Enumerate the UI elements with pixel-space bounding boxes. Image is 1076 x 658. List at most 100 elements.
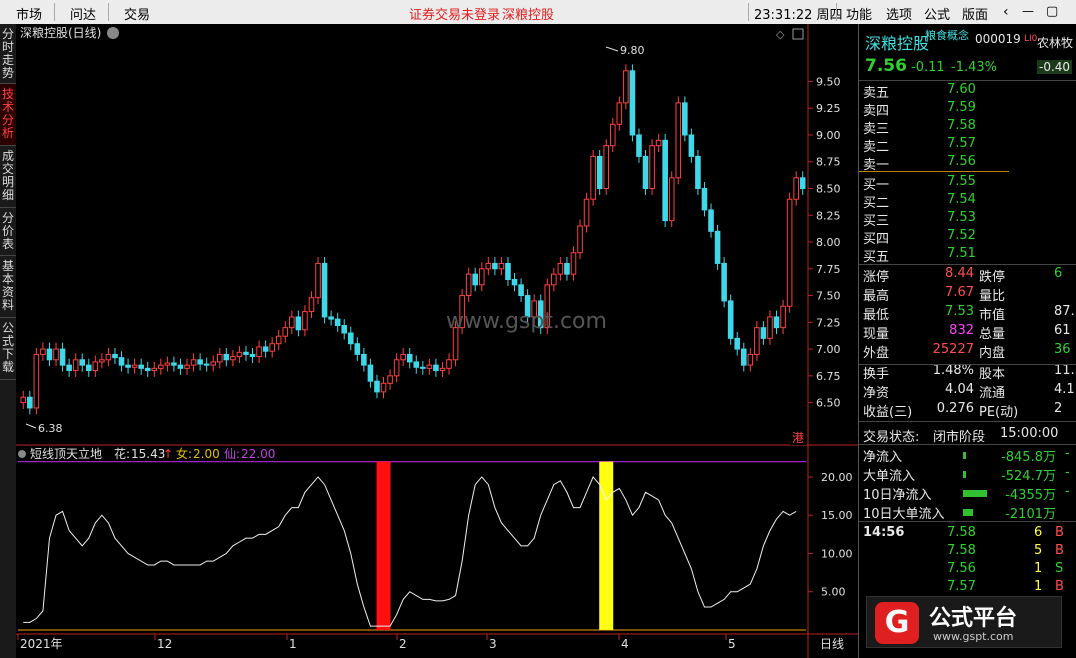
hk-badge[interactable]: 港	[792, 431, 804, 445]
flow-label: 10日净流入	[863, 488, 932, 503]
candle-body	[642, 155, 649, 190]
candle-body	[158, 364, 164, 369]
ind-xian-value: 22.00	[241, 447, 275, 461]
flow-label: 10日大单流入	[863, 507, 945, 522]
trade-time: 15:00:00	[1000, 426, 1059, 441]
tick-price: 7.58	[947, 525, 976, 540]
price-tick-label: 7.00	[816, 343, 841, 356]
sidebar-tab-formula-download[interactable]: 公式下载	[0, 318, 16, 380]
sidebar-tab-timeshare[interactable]: 分时走势	[0, 24, 16, 84]
ind-nv-label: 女:	[176, 446, 192, 461]
candle-body	[682, 102, 688, 136]
menu-layout[interactable]: 版面	[962, 4, 988, 23]
candle-body	[177, 364, 184, 369]
max-price-label: 9.80	[620, 44, 645, 57]
candle-body	[492, 262, 498, 270]
flow-label: 大单流入	[863, 469, 916, 484]
menu-ask[interactable]: 问达	[70, 4, 96, 23]
flow-value: -2101万	[1005, 507, 1056, 522]
quote-panel: 深粮控股 粮食概念 000019 LI0 农林牧 7.56 -0.11 -1.4…	[858, 24, 1076, 658]
indicator-dropdown-icon[interactable]	[18, 450, 26, 458]
x-axis-label: 12	[157, 637, 172, 651]
stat-label: 股本	[979, 367, 1006, 382]
candle-body	[668, 177, 675, 222]
menu-trade[interactable]: 交易	[124, 4, 150, 23]
candle-body	[151, 367, 158, 371]
candle-body	[616, 102, 623, 125]
candle-body	[714, 230, 721, 264]
diamond-icon[interactable]: ◇	[776, 28, 785, 41]
candle-body	[688, 134, 695, 157]
candle-body	[190, 359, 197, 366]
candle-body	[734, 337, 741, 350]
peer-sector[interactable]: 农林牧	[1037, 34, 1073, 51]
candle-body	[59, 348, 66, 366]
candle-body	[27, 396, 33, 409]
menu-formula[interactable]: 公式	[924, 4, 950, 23]
candle-body	[354, 343, 361, 355]
login-notice[interactable]: 证券交易未登录	[409, 4, 500, 23]
period-label[interactable]: 日线	[820, 637, 844, 651]
menu-options[interactable]: 选项	[886, 4, 912, 23]
candle-body	[655, 139, 662, 147]
sidebar-tab-technical[interactable]: 技术分析	[0, 84, 16, 146]
ask-label: 卖四	[863, 104, 890, 119]
flow-value: -845.8万	[1001, 450, 1056, 465]
ask-price: 7.59	[947, 100, 976, 115]
candle-body	[321, 262, 328, 318]
candle-body	[636, 134, 642, 157]
candle-body	[53, 348, 59, 361]
menu-stock-name: 深粮控股	[502, 8, 555, 23]
candle-body	[518, 284, 524, 297]
ind-hua-label: 花:	[114, 446, 130, 461]
candle-body	[361, 353, 367, 366]
stat-label: 最低	[863, 308, 890, 323]
stat-value: 87.	[1054, 304, 1075, 319]
price-tick-label: 9.00	[816, 129, 841, 142]
candle-body	[347, 332, 354, 345]
candle-body	[315, 262, 321, 299]
sidebar-tab-deals[interactable]: 成交明细	[0, 146, 16, 208]
restore-icon[interactable]: ▢	[1046, 4, 1058, 19]
candle-body	[256, 346, 262, 358]
bid-price: 7.54	[947, 192, 976, 207]
tick-volume: 1	[1034, 561, 1043, 576]
sidebar-tab-price-table[interactable]: 分价表	[0, 208, 16, 256]
indicator-name[interactable]: 短线顶天立地	[30, 446, 102, 461]
ind-xian-label: 仙:	[224, 447, 240, 461]
sidebar: 分时走势 技术分析 成交明细 分价表 基本资料 公式下载	[0, 24, 16, 658]
x-axis-label: 1	[289, 637, 297, 651]
menu-bar: 市场 问达 交易 证券交易未登录 深粮控股 23:31:22 周四 功能 选项 …	[0, 0, 1076, 24]
candle-body	[66, 364, 72, 371]
candle-body	[203, 363, 210, 366]
menu-function[interactable]: 功能	[846, 4, 872, 23]
x-axis-label: 5	[728, 637, 736, 651]
candle-body	[799, 177, 806, 190]
candle-body	[485, 262, 492, 270]
tick-price: 7.58	[947, 543, 976, 558]
back-icon[interactable]: ‹	[1003, 4, 1009, 20]
candle-body	[295, 316, 302, 331]
candle-body	[780, 305, 786, 329]
candle-body	[184, 364, 190, 369]
ind-tick-label: 20.00	[821, 471, 853, 484]
flow-extra: -	[1065, 446, 1070, 461]
arrow-up-icon: ↑	[163, 447, 173, 461]
minimize-icon[interactable]: —	[1022, 4, 1034, 18]
candle-body	[275, 335, 282, 345]
chart-dropdown-icon[interactable]	[107, 27, 119, 39]
stat-label: 换手	[863, 367, 890, 382]
flow-bar	[963, 471, 966, 478]
candle-body	[446, 359, 452, 369]
chart-area[interactable]: 深粮控股(日线) ◇ 9.50 9.25 9.00 8.75 8.50 8.25 8.00 7…	[16, 24, 858, 658]
stat-value: 4.1	[1054, 382, 1075, 397]
tick-side: B	[1055, 525, 1064, 540]
menu-market[interactable]: 市场	[16, 4, 42, 23]
candle-body	[564, 262, 570, 275]
sidebar-tab-profile[interactable]: 基本资料	[0, 256, 16, 318]
watermark: www.gspt.com	[446, 309, 607, 334]
x-axis-label: 3	[489, 637, 497, 651]
candle-body	[302, 311, 308, 331]
stat-label: 涨停	[863, 270, 890, 285]
concept-tag[interactable]: 粮食概念	[925, 27, 969, 43]
